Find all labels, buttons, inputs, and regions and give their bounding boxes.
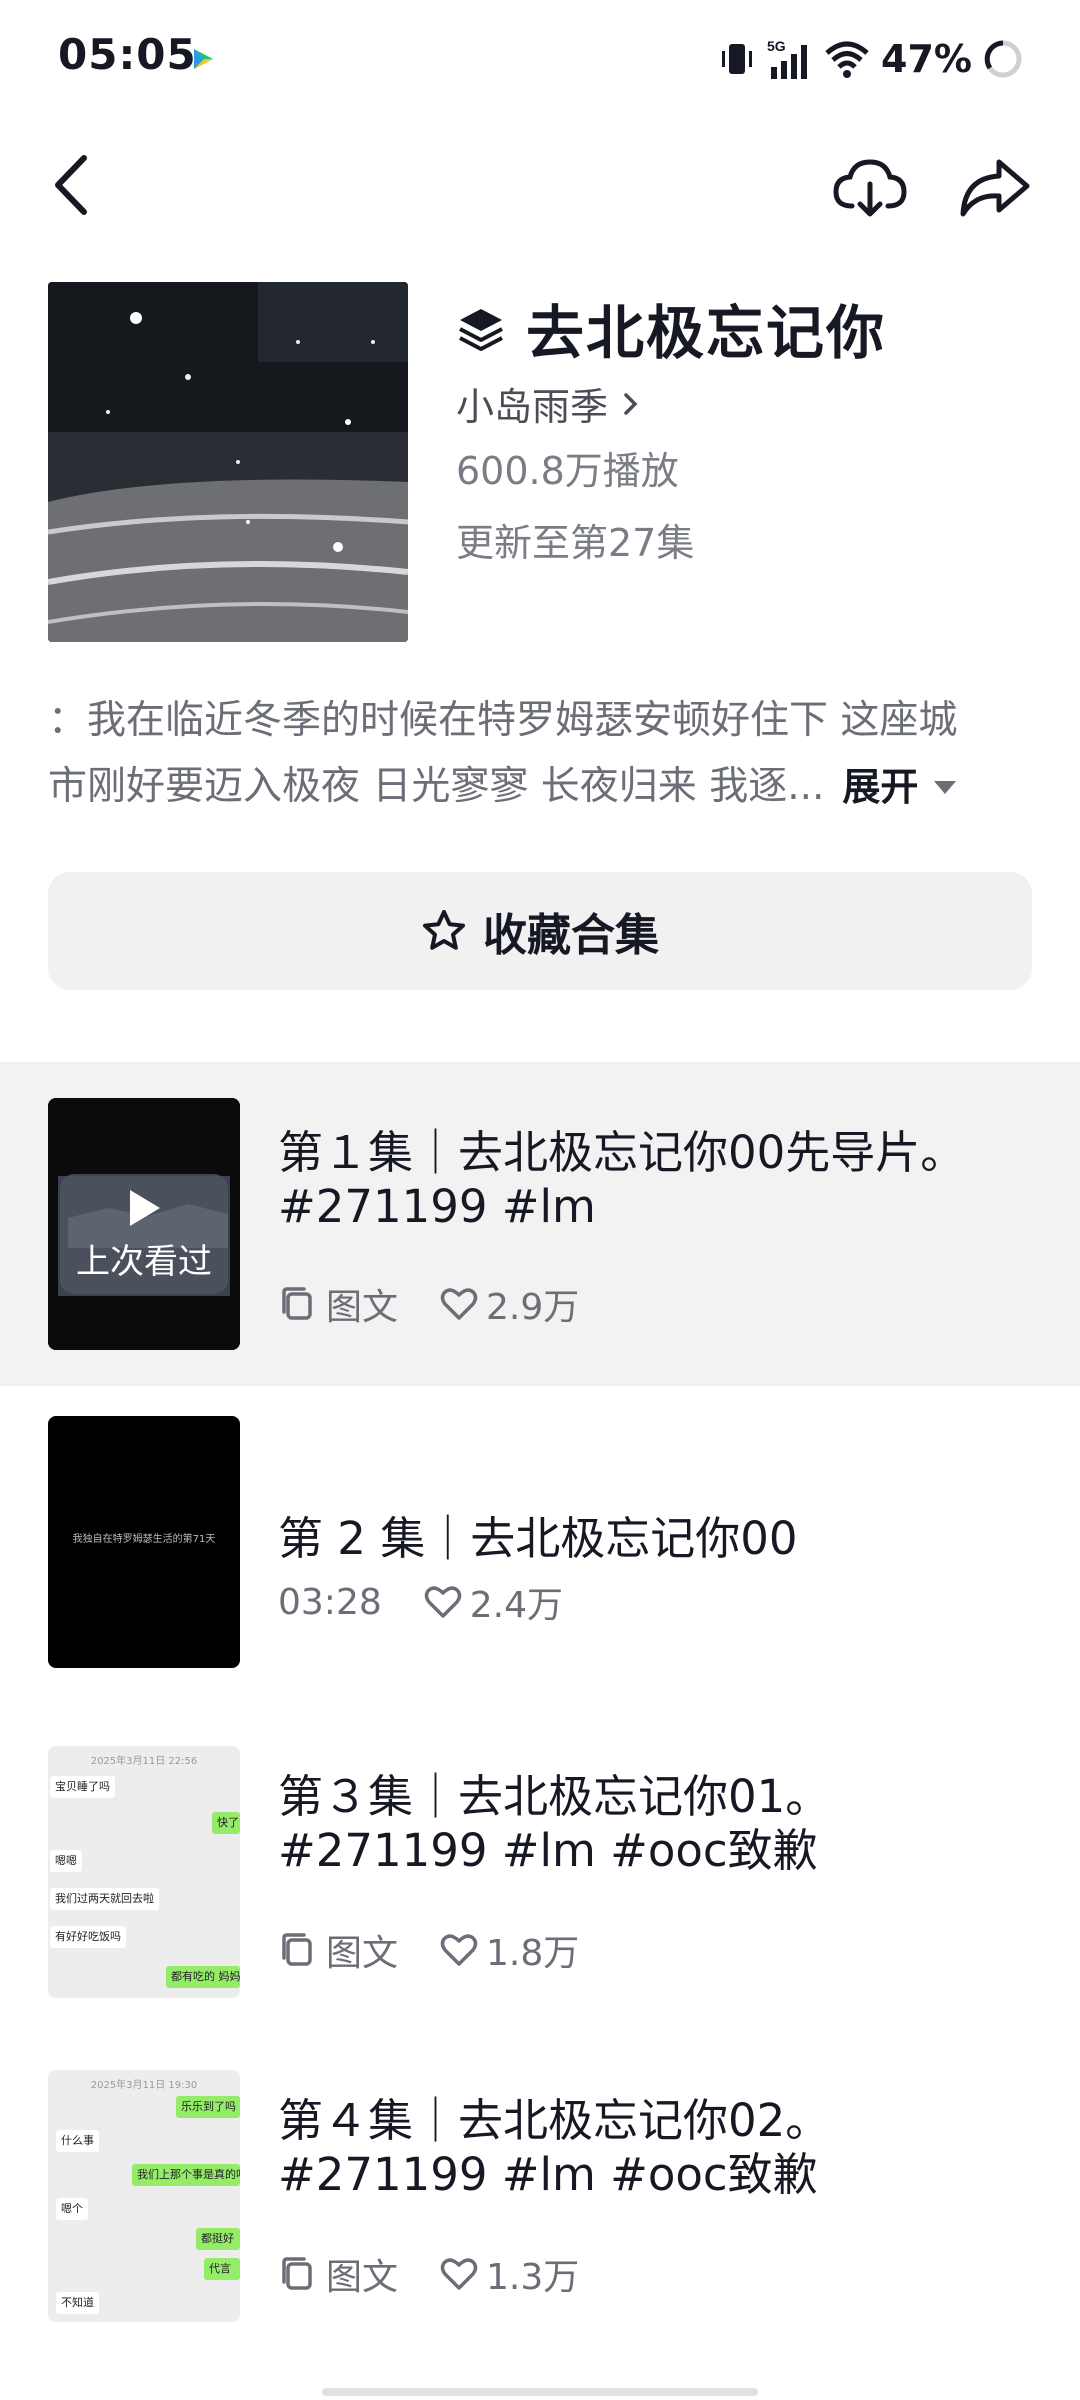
like-count: 1.8万 xyxy=(440,1924,579,1976)
episode-item-2[interactable]: 我独自在特罗姆瑟生活的第71天 第 2 集｜去北极忘记你00 03:28 2.4… xyxy=(0,1386,1080,1710)
episode-title: 第１集｜去北极忘记你00先导片。#271199 #lm xyxy=(278,1126,966,1233)
thumbnail-caption: 我独自在特罗姆瑟生活的第71天 xyxy=(72,1534,216,1545)
collection-stack-icon xyxy=(459,309,503,351)
wifi-icon xyxy=(825,41,869,78)
star-outline-icon xyxy=(423,910,465,950)
chat-bubble: 我们上那个事是真的吗 xyxy=(132,2164,240,2186)
update-status: 更新至第27集 xyxy=(456,521,695,565)
post-type-label: 图文 xyxy=(326,1287,399,1328)
like-count-value: 1.8万 xyxy=(486,1933,580,1974)
battery-ring-icon xyxy=(984,40,1022,78)
download-cloud-icon[interactable] xyxy=(830,148,910,228)
collection-title-row: 去北极忘记你 xyxy=(456,286,886,370)
chat-bubble: 乐乐到了吗 xyxy=(176,2096,240,2118)
episode-meta: 图文 1.3万 xyxy=(278,2248,621,2300)
chat-bubble: 嗯个 xyxy=(56,2198,88,2220)
episode-meta: 03:28 2.4万 xyxy=(278,1576,605,1628)
photo-post-icon xyxy=(282,1287,312,1320)
home-indicator xyxy=(322,2388,758,2396)
episode-thumbnail: 2025年3月11日 19:30 乐乐到了吗 什么事 我们上那个事是真的吗 嗯个… xyxy=(48,2070,240,2322)
last-watched-label: 上次看过 xyxy=(76,1241,212,1282)
author-link[interactable]: 小岛雨季 xyxy=(456,376,642,431)
like-count: 2.4万 xyxy=(424,1576,563,1628)
photo-post-label: 图文 xyxy=(278,2248,398,2300)
episode-title: 第４集｜去北极忘记你02。#271199 #lm #ooc致歉 xyxy=(278,2094,831,2201)
last-watched-badge: 上次看过 xyxy=(60,1174,228,1294)
back-arrow-icon[interactable] xyxy=(44,150,104,220)
expand-button[interactable]: 展开 xyxy=(842,754,958,820)
like-count-value: 1.3万 xyxy=(486,2257,580,2298)
signal-icon: 5G xyxy=(767,38,808,79)
chat-bubble: 不知道 xyxy=(56,2292,99,2314)
episode-thumbnail: 上次看过 xyxy=(48,1098,240,1350)
expand-label: 展开 xyxy=(842,765,919,809)
favorite-label: 收藏合集 xyxy=(483,910,659,961)
favorite-collection-button[interactable]: 收藏合集 xyxy=(48,872,1032,990)
collection-cover-image[interactable] xyxy=(48,282,408,642)
chat-bubble: 嗯嗯 xyxy=(50,1850,82,1872)
heart-icon xyxy=(440,2258,478,2290)
heart-icon xyxy=(440,1288,478,1320)
chat-bubble: 都挺好 xyxy=(196,2228,240,2250)
video-app-icon xyxy=(194,49,213,69)
episode-title: 第 2 集｜去北极忘记你00 xyxy=(278,1512,798,1565)
battery-percentage: 47% xyxy=(881,37,972,81)
episode-title: 第３集｜去北极忘记你01。#271199 #lm #ooc致歉 xyxy=(278,1770,831,1877)
status-time: 05:05 xyxy=(58,30,197,79)
top-nav xyxy=(0,130,1080,240)
episode-meta: 图文 2.9万 xyxy=(278,1278,621,1330)
collection-description: ：我在临近冬季的时候在特罗姆瑟安顿好住下 这座城 市刚好要迈入极夜 日光寥寥 长… xyxy=(48,688,1038,820)
chat-bubble: 我们过两天就回去啦 xyxy=(50,1888,159,1910)
episode-meta: 图文 1.8万 xyxy=(278,1924,621,1976)
episode-item-4[interactable]: 2025年3月11日 19:30 乐乐到了吗 什么事 我们上那个事是真的吗 嗯个… xyxy=(0,2034,1080,2358)
chevron-right-icon xyxy=(624,392,638,415)
play-icon xyxy=(130,1189,160,1226)
episode-duration: 03:28 xyxy=(278,1581,382,1623)
heart-icon xyxy=(424,1586,461,1618)
like-count: 1.3万 xyxy=(440,2248,579,2300)
photo-post-label: 图文 xyxy=(278,1278,398,1330)
network-label: 5G xyxy=(767,38,786,54)
triangle-down-icon xyxy=(934,781,957,794)
chat-bubble: 什么事 xyxy=(56,2130,99,2152)
chat-bubble: 快了 xyxy=(212,1812,240,1834)
chat-bubble: 有好好吃饭吗 xyxy=(50,1926,126,1948)
status-bar: 05:05 5G 47% xyxy=(0,0,1080,118)
chat-bubble: 代言 xyxy=(204,2258,240,2280)
description-line-2: 市刚好要迈入极夜 日光寥寥 长夜归来 我逐... xyxy=(48,764,825,809)
collection-title: 去北极忘记你 xyxy=(526,299,887,367)
photo-post-icon xyxy=(282,1933,312,1966)
photo-post-icon xyxy=(282,2257,312,2290)
episode-item-1[interactable]: 上次看过 第１集｜去北极忘记你00先导片。#271199 #lm 图文 2.9万 xyxy=(0,1062,1080,1386)
post-type-label: 图文 xyxy=(326,2257,399,2298)
chat-bubble: 都有吃的 妈妈 xyxy=(166,1966,240,1988)
episode-item-3[interactable]: 2025年3月11日 22:56 宝贝睡了吗 快了 嗯嗯 我们过两天就回去啦 有… xyxy=(0,1710,1080,2034)
author-name: 小岛雨季 xyxy=(456,385,609,429)
chat-bubble: 宝贝睡了吗 xyxy=(50,1776,115,1798)
episode-thumbnail: 我独自在特罗姆瑟生活的第71天 xyxy=(48,1416,240,1668)
status-icons: 5G 47% xyxy=(717,34,1024,84)
like-count-value: 2.9万 xyxy=(486,1287,580,1328)
description-line-1: ：我在临近冬季的时候在特罗姆瑟安顿好住下 这座城 xyxy=(48,698,958,743)
chat-date: 2025年3月11日 22:56 xyxy=(90,1756,198,1767)
heart-icon xyxy=(440,1934,478,1966)
chat-date: 2025年3月11日 19:30 xyxy=(90,2080,198,2091)
play-count: 600.8万播放 xyxy=(456,449,679,493)
photo-post-label: 图文 xyxy=(278,1924,398,1976)
like-count-value: 2.4万 xyxy=(469,1585,564,1626)
post-type-label: 图文 xyxy=(326,1933,399,1974)
episode-thumbnail: 2025年3月11日 22:56 宝贝睡了吗 快了 嗯嗯 我们过两天就回去啦 有… xyxy=(48,1746,240,1998)
like-count: 2.9万 xyxy=(440,1278,579,1330)
vibrate-icon xyxy=(722,44,753,74)
share-arrow-icon[interactable] xyxy=(955,148,1035,228)
